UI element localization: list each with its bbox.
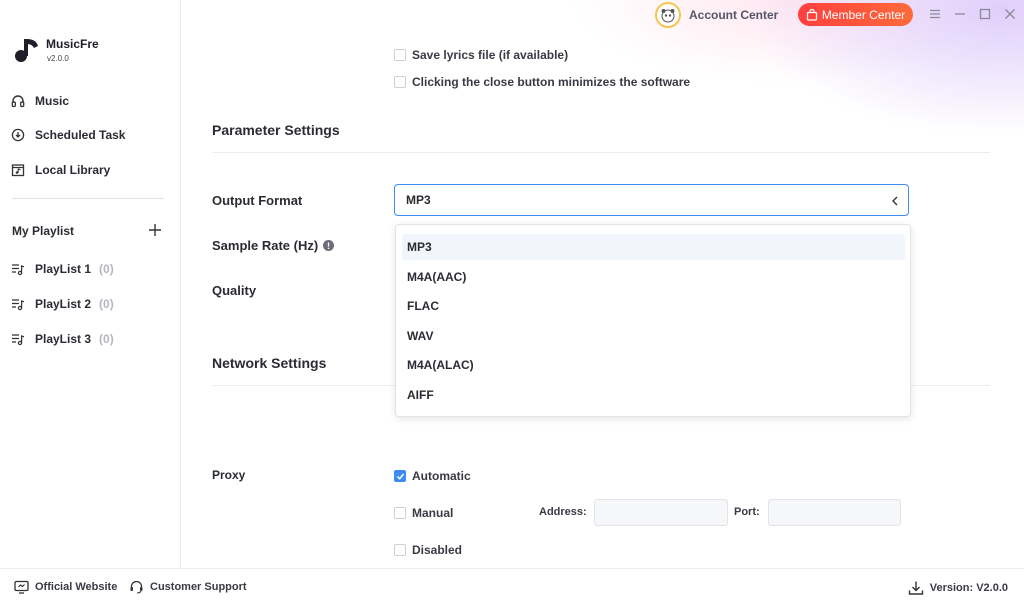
close-minimizes-label: Clicking the close button minimizes the …	[412, 75, 691, 89]
sample-rate-label: Sample Rate (Hz)	[212, 238, 319, 253]
app-window: MusicFre v2.0.0 Music Scheduled Task Loc…	[0, 0, 1024, 603]
avatar	[655, 2, 681, 28]
port-label: Port:	[734, 506, 760, 518]
sample-rate-label-row: Sample Rate (Hz)	[212, 238, 335, 253]
account-center-button[interactable]: Account Center	[655, 2, 778, 28]
download-icon	[908, 581, 923, 595]
clock-download-icon	[11, 128, 25, 142]
menu-icon[interactable]	[929, 8, 941, 20]
output-format-dropdown: MP3 M4A(AAC) FLAC WAV M4A(ALAC) AIFF	[395, 224, 911, 417]
playlist-icon	[12, 264, 25, 276]
footer: Official Website Customer Support Versio…	[0, 568, 1024, 603]
format-option-m4a-alac[interactable]: M4A(ALAC)	[402, 352, 905, 378]
monitor-icon	[14, 580, 29, 594]
nav-item-music[interactable]: Music	[11, 91, 69, 111]
customer-support-label: Customer Support	[150, 581, 247, 593]
minimize-icon[interactable]	[954, 8, 966, 20]
parameter-settings-title: Parameter Settings	[212, 122, 340, 138]
chevron-left-icon	[892, 196, 898, 206]
shopping-bag-icon	[806, 8, 817, 21]
maximize-icon[interactable]	[979, 8, 991, 20]
checkbox-box	[394, 49, 406, 61]
close-minimizes-checkbox[interactable]: Clicking the close button minimizes the …	[394, 75, 690, 89]
proxy-manual-checkbox[interactable]: Manual	[394, 506, 453, 520]
playlist-icon	[12, 334, 25, 346]
headset-icon	[130, 580, 143, 594]
checkbox-box	[394, 76, 406, 88]
official-website-link[interactable]: Official Website	[14, 580, 117, 594]
app-version: v2.0.0	[47, 54, 69, 63]
playlist-icon	[12, 299, 25, 311]
nav-item-local-library[interactable]: Local Library	[11, 160, 110, 180]
brand: MusicFre v2.0.0	[14, 36, 99, 64]
proxy-automatic-label: Automatic	[412, 469, 471, 483]
playlist-item[interactable]: PlayList 1 (0)	[11, 260, 114, 278]
app-name: MusicFre	[46, 37, 99, 51]
format-option-m4a-aac[interactable]: M4A(AAC)	[402, 264, 905, 290]
save-lyrics-checkbox[interactable]: Save lyrics file (if available)	[394, 48, 568, 62]
quality-label: Quality	[212, 283, 257, 298]
playlist-name: PlayList 1	[35, 262, 92, 276]
save-lyrics-label: Save lyrics file (if available)	[412, 48, 569, 62]
playlist-item[interactable]: PlayList 3 (0)	[11, 330, 114, 348]
checkmark-icon	[396, 473, 404, 480]
nav-item-label: Scheduled Task	[35, 128, 126, 142]
checkbox-box	[394, 507, 406, 519]
nav-item-label: Local Library	[35, 163, 111, 177]
playlist-section-title: My Playlist	[12, 224, 75, 238]
version-label: Version: V2.0.0	[929, 582, 1008, 594]
format-option-mp3[interactable]: MP3	[402, 234, 905, 260]
format-option-flac[interactable]: FLAC	[402, 293, 905, 319]
playlist-name: PlayList 2	[35, 297, 92, 311]
nav-item-scheduled-task[interactable]: Scheduled Task	[11, 125, 125, 145]
address-input[interactable]	[594, 499, 728, 526]
info-icon[interactable]	[323, 240, 335, 251]
port-input[interactable]	[768, 499, 901, 526]
format-option-wav[interactable]: WAV	[402, 323, 905, 349]
sidebar: MusicFre v2.0.0 Music Scheduled Task Loc…	[0, 0, 181, 568]
playlist-count: (0)	[99, 262, 114, 276]
output-format-select[interactable]: MP3	[394, 184, 909, 216]
playlist-count: (0)	[99, 297, 114, 311]
official-website-label: Official Website	[35, 581, 118, 593]
output-format-value: MP3	[406, 193, 431, 207]
panda-avatar-icon	[661, 9, 675, 23]
playlist-name: PlayList 3	[35, 332, 92, 346]
output-format-label: Output Format	[212, 193, 303, 208]
format-option-aiff[interactable]: AIFF	[402, 382, 905, 408]
proxy-disabled-checkbox[interactable]: Disabled	[394, 543, 462, 557]
proxy-manual-label: Manual	[412, 506, 454, 520]
network-settings-title: Network Settings	[212, 355, 327, 371]
headphones-icon	[11, 95, 25, 108]
sidebar-divider	[12, 198, 164, 199]
add-playlist-icon[interactable]	[147, 222, 163, 238]
version-info[interactable]: Version: V2.0.0	[908, 580, 1008, 596]
folder-music-icon	[11, 164, 25, 177]
checkbox-box	[394, 544, 406, 556]
proxy-disabled-label: Disabled	[412, 543, 463, 557]
section-divider	[212, 152, 990, 153]
address-label: Address:	[539, 506, 587, 518]
playlist-item[interactable]: PlayList 2 (0)	[11, 295, 114, 313]
checkbox-box-checked	[394, 470, 406, 482]
account-center-label: Account Center	[689, 8, 779, 22]
proxy-label: Proxy	[212, 468, 246, 482]
member-center-label: Member Center	[821, 7, 906, 22]
music-note-logo-icon	[15, 39, 38, 62]
playlist-count: (0)	[99, 332, 114, 346]
customer-support-link[interactable]: Customer Support	[129, 580, 247, 594]
close-icon[interactable]	[1004, 8, 1016, 20]
member-center-button[interactable]: Member Center	[798, 3, 913, 26]
proxy-automatic-checkbox[interactable]: Automatic	[394, 469, 471, 483]
nav-item-label: Music	[35, 94, 70, 108]
